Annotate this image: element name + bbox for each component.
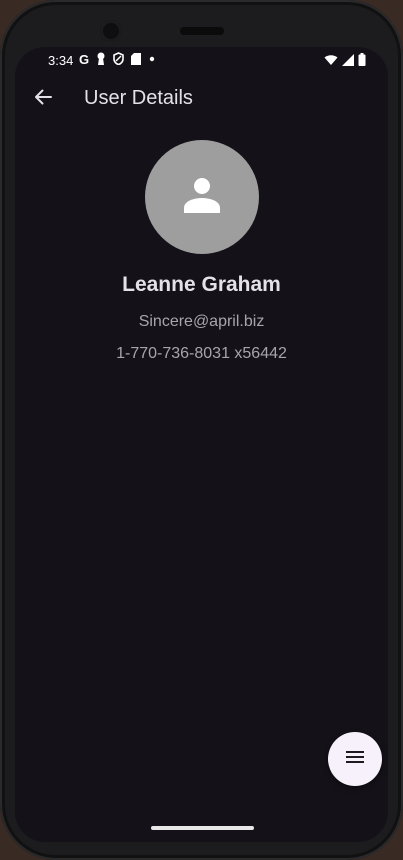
status-bar: 3:34 G xyxy=(15,47,388,75)
battery-icon xyxy=(358,53,366,69)
home-indicator[interactable] xyxy=(151,826,254,830)
dot-icon xyxy=(148,53,156,68)
system-icons xyxy=(324,53,366,69)
front-camera xyxy=(100,20,122,42)
wifi-icon xyxy=(324,54,338,69)
user-email: Sincere@april.biz xyxy=(138,313,265,330)
phone-frame: 3:34 G User Details Leanne Graham Sincer… xyxy=(0,0,403,860)
top-bezel xyxy=(0,0,403,50)
signal-icon xyxy=(342,53,354,69)
person-icon xyxy=(182,175,222,220)
screen: 3:34 G User Details Leanne Graham Sincer… xyxy=(15,47,388,842)
app-bar: User Details xyxy=(15,75,388,123)
notification-icons: G xyxy=(79,52,156,68)
status-time: 3:34 xyxy=(48,53,74,68)
keyhole-icon xyxy=(96,52,106,68)
shield-icon xyxy=(113,52,124,68)
menu-fab-button[interactable] xyxy=(328,732,382,786)
user-phone: 1-770-736-8031 x56442 xyxy=(116,345,287,362)
back-button[interactable] xyxy=(27,83,59,115)
google-g-icon: G xyxy=(79,52,90,67)
user-name: Leanne Graham xyxy=(122,273,281,296)
menu-icon xyxy=(346,750,364,769)
avatar xyxy=(145,140,259,254)
page-title: User Details xyxy=(84,87,193,109)
arrow-back-icon xyxy=(34,88,52,111)
earpiece-speaker xyxy=(180,27,224,35)
sd-card-icon xyxy=(131,52,142,68)
